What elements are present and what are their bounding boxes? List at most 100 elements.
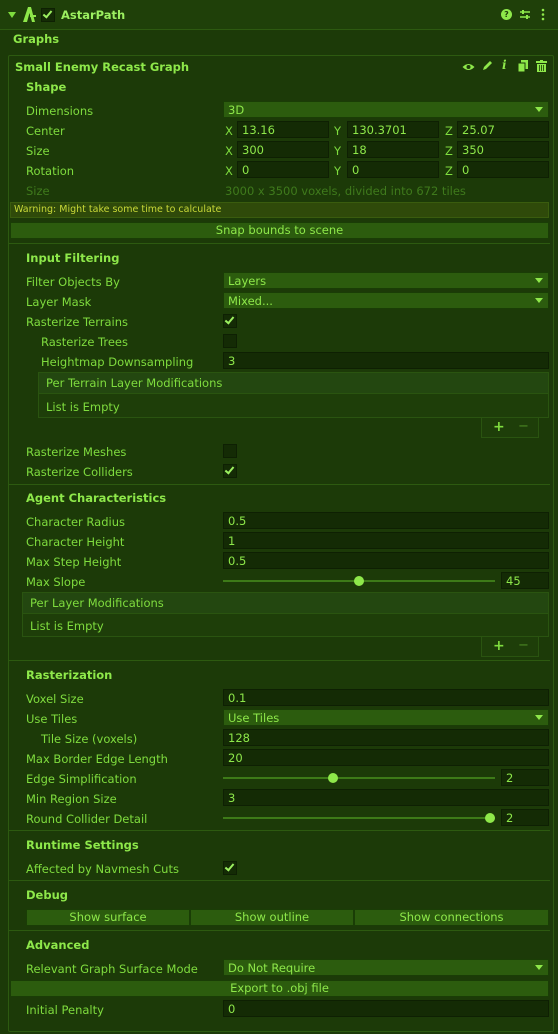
center-z-field[interactable]: 25.07 — [457, 121, 549, 138]
layer-mask-value: Mixed... — [228, 294, 273, 308]
size-y-axis-label: Y — [334, 144, 342, 158]
center-y-axis-label: Y — [334, 124, 342, 138]
rotation-y-field[interactable]: 0 — [347, 161, 439, 178]
per-layer-list-empty: List is Empty — [30, 619, 104, 633]
help-icon[interactable]: ? — [501, 9, 512, 20]
check-icon — [224, 861, 235, 872]
export-obj-button[interactable]: Export to .obj file — [10, 980, 549, 997]
snap-bounds-button[interactable]: Snap bounds to scene — [10, 222, 549, 239]
chevron-down-icon — [535, 298, 543, 303]
use-tiles-value: Use Tiles — [228, 711, 280, 725]
edge-simplification-label: Edge Simplification — [26, 772, 137, 786]
chevron-down-icon — [535, 715, 543, 720]
dimensions-value: 3D — [228, 103, 245, 117]
size-x-axis-label: X — [225, 144, 233, 158]
max-border-edge-label: Max Border Edge Length — [26, 752, 168, 766]
max-slope-field[interactable]: 45 — [501, 572, 549, 589]
layer-mask-dropdown[interactable]: Mixed... — [223, 292, 549, 309]
check-icon — [42, 8, 53, 19]
show-outline-button[interactable]: Show outline — [190, 909, 354, 926]
edge-simplification-field[interactable]: 2 — [501, 769, 549, 786]
filter-objects-value: Layers — [228, 274, 267, 288]
rasterize-trees-label: Rasterize Trees — [41, 335, 129, 349]
graph-name[interactable]: Small Enemy Recast Graph — [15, 60, 189, 74]
center-x-field[interactable]: 13.16 — [237, 121, 329, 138]
max-border-edge-field[interactable]: 20 — [223, 749, 549, 766]
foldout-arrow-icon[interactable] — [8, 12, 16, 18]
rotation-z-axis-label: Z — [445, 164, 453, 178]
size-z-field[interactable]: 350 — [457, 141, 549, 158]
rasterize-colliders-checkbox[interactable] — [223, 464, 237, 478]
graphs-section-title[interactable]: Graphs — [13, 32, 59, 46]
voxel-size-field[interactable]: 0.1 — [223, 689, 549, 706]
rotation-y-axis-label: Y — [334, 164, 342, 178]
check-icon — [224, 464, 235, 475]
remove-item-icon[interactable]: − — [518, 419, 529, 434]
edge-simplification-slider-track[interactable] — [223, 777, 495, 779]
min-region-size-label: Min Region Size — [26, 792, 117, 806]
use-tiles-dropdown[interactable]: Use Tiles — [223, 709, 549, 726]
round-collider-slider-track[interactable] — [223, 817, 495, 819]
rasterize-terrains-checkbox[interactable] — [223, 314, 237, 328]
character-radius-field[interactable]: 0.5 — [223, 512, 549, 529]
more-options-icon[interactable] — [541, 8, 545, 21]
duplicate-icon[interactable] — [517, 60, 528, 73]
layer-mask-label: Layer Mask — [26, 295, 92, 309]
per-layer-list-header[interactable]: Per Layer Modifications — [23, 593, 548, 614]
component-title: AstarPath — [61, 8, 126, 22]
agent-characteristics-header: Agent Characteristics — [26, 491, 167, 505]
runtime-settings-header: Runtime Settings — [26, 838, 139, 852]
rasterize-meshes-label: Rasterize Meshes — [26, 445, 127, 459]
tile-size-label: Tile Size (voxels) — [41, 732, 138, 746]
show-surface-button[interactable]: Show surface — [26, 909, 190, 926]
edit-pencil-icon[interactable] — [482, 60, 493, 71]
separator — [8, 830, 550, 831]
shape-header: Shape — [26, 80, 67, 94]
rasterize-terrains-label: Rasterize Terrains — [26, 315, 128, 329]
edge-simplification-slider-handle[interactable] — [328, 773, 338, 783]
visibility-eye-icon[interactable] — [462, 61, 475, 71]
filter-objects-dropdown[interactable]: Layers — [223, 272, 549, 289]
min-region-size-field[interactable]: 3 — [223, 789, 549, 806]
surface-mode-dropdown[interactable]: Do Not Require — [223, 959, 549, 976]
rasterize-trees-checkbox[interactable] — [223, 334, 237, 348]
rotation-z-field[interactable]: 0 — [457, 161, 549, 178]
add-item-icon[interactable]: + — [493, 638, 505, 654]
presets-icon[interactable] — [519, 9, 531, 21]
round-collider-detail-field[interactable]: 2 — [501, 809, 549, 826]
rotation-x-field[interactable]: 0 — [237, 161, 329, 178]
navmesh-cuts-checkbox[interactable] — [223, 861, 237, 875]
character-radius-label: Character Radius — [26, 515, 125, 529]
surface-mode-label: Relevant Graph Surface Mode — [26, 962, 198, 976]
chevron-down-icon — [535, 278, 543, 283]
show-connections-button[interactable]: Show connections — [354, 909, 549, 926]
center-y-field[interactable]: 130.3701 — [347, 121, 439, 138]
voxel-info-text: 3000 x 3500 voxels, divided into 672 til… — [225, 184, 466, 198]
warning-text: Warning: Might take some time to calcula… — [14, 204, 222, 215]
info-icon[interactable]: i — [502, 58, 507, 72]
heightmap-downsampling-field[interactable]: 3 — [223, 352, 549, 369]
delete-trash-icon[interactable] — [536, 60, 547, 72]
character-height-field[interactable]: 1 — [223, 532, 549, 549]
max-step-height-field[interactable]: 0.5 — [223, 552, 549, 569]
component-enabled-checkbox[interactable] — [41, 8, 55, 22]
per-terrain-layer-list-empty: List is Empty — [46, 400, 120, 414]
initial-penalty-label: Initial Penalty — [26, 1003, 104, 1017]
per-terrain-layer-list-header[interactable]: Per Terrain Layer Modifications — [39, 373, 548, 394]
size-x-field[interactable]: 300 — [237, 141, 329, 158]
debug-header: Debug — [26, 888, 68, 902]
round-collider-slider-handle[interactable] — [485, 813, 495, 823]
chevron-down-icon — [535, 107, 543, 112]
max-slope-slider-handle[interactable] — [354, 576, 364, 586]
filter-objects-label: Filter Objects By — [26, 275, 120, 289]
separator — [8, 930, 550, 931]
initial-penalty-field[interactable]: 0 — [223, 1000, 549, 1017]
remove-item-icon[interactable]: − — [518, 638, 529, 653]
navmesh-cuts-label: Affected by Navmesh Cuts — [26, 862, 179, 876]
rasterize-meshes-checkbox[interactable] — [223, 444, 237, 458]
heightmap-downsampling-label: Heightmap Downsampling — [41, 355, 194, 369]
dimensions-dropdown[interactable]: 3D — [223, 101, 549, 118]
add-item-icon[interactable]: + — [493, 419, 505, 435]
size-y-field[interactable]: 18 — [347, 141, 439, 158]
tile-size-field[interactable]: 128 — [223, 729, 549, 746]
